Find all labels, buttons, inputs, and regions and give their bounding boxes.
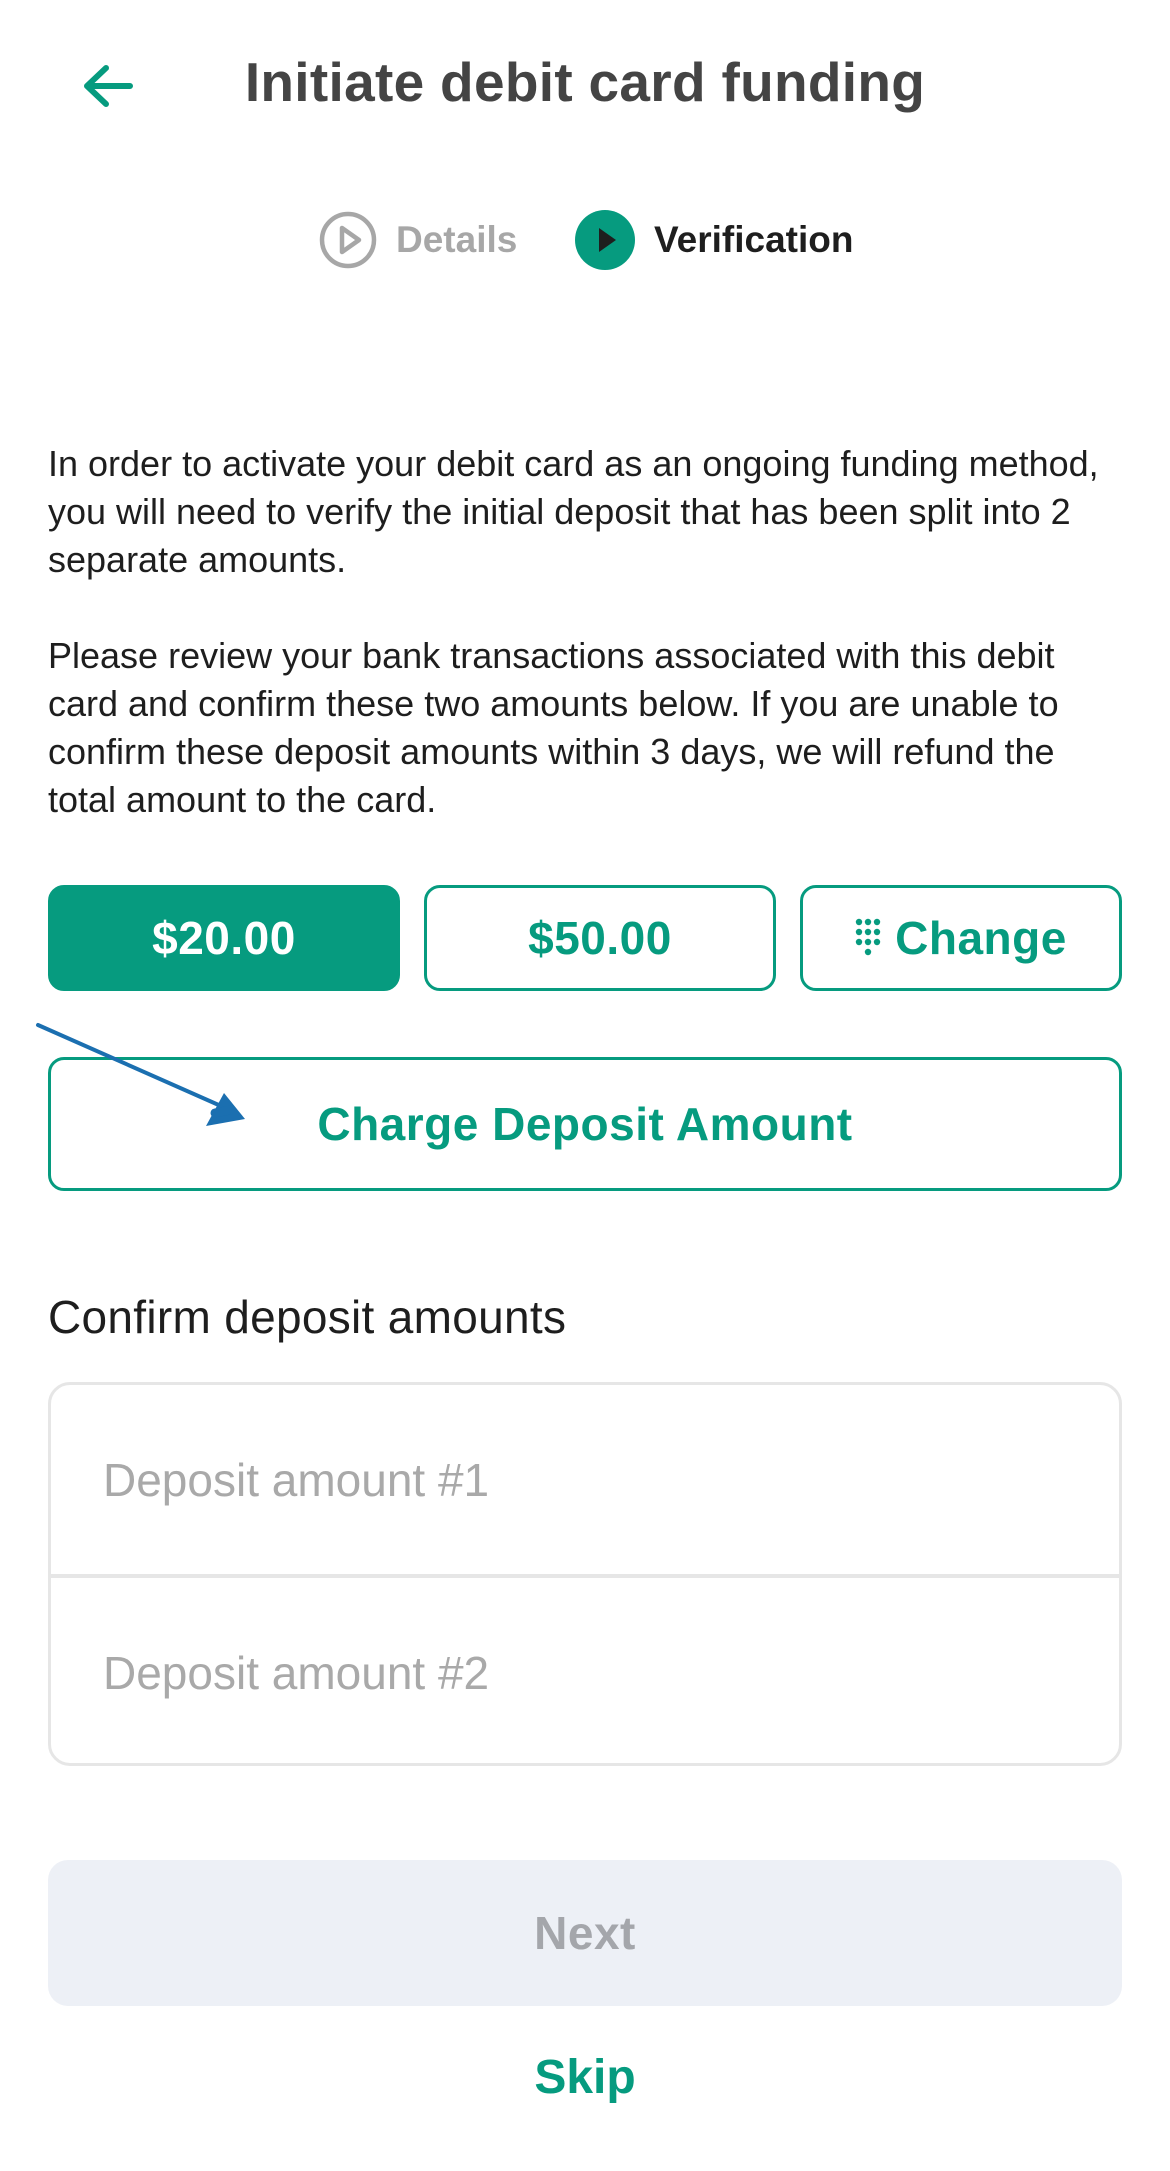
play-circle-outline-icon	[319, 211, 377, 269]
step-details-label: Details	[396, 219, 518, 260]
change-label: Change	[895, 912, 1067, 964]
intro-paragraph-1: In order to activate your debit card as …	[48, 443, 1099, 580]
play-circle-filled-icon	[575, 210, 635, 270]
page-title: Initiate debit card funding	[244, 51, 926, 113]
step-verification-label: Verification	[654, 219, 854, 260]
step-details[interactable]: Details	[318, 208, 517, 272]
deposit-amount-2-input[interactable]	[51, 1578, 1119, 1763]
deposit-amount-1-input[interactable]	[51, 1385, 1119, 1574]
annotation-arrow-icon	[36, 1023, 245, 1126]
intro-text: In order to activate your debit card as …	[48, 440, 1128, 872]
deposit-inputs-card	[48, 1382, 1122, 1766]
amount-option-20[interactable]: $20.00	[48, 885, 400, 991]
header: Initiate debit card funding	[0, 0, 1170, 170]
step-verification[interactable]: Verification	[574, 208, 853, 272]
next-button[interactable]: Next	[48, 1860, 1122, 2006]
keypad-icon	[855, 918, 881, 958]
stepper: Details Verification	[0, 208, 1170, 272]
change-amount-button[interactable]: Change	[800, 885, 1122, 991]
skip-link[interactable]: Skip	[0, 2050, 1170, 2105]
intro-paragraph-2: Please review your bank transactions ass…	[48, 635, 1059, 820]
amount-option-50[interactable]: $50.00	[424, 885, 776, 991]
confirm-section-title: Confirm deposit amounts	[48, 1291, 567, 1343]
amount-options: $20.00 $50.00 Change	[48, 885, 1122, 997]
